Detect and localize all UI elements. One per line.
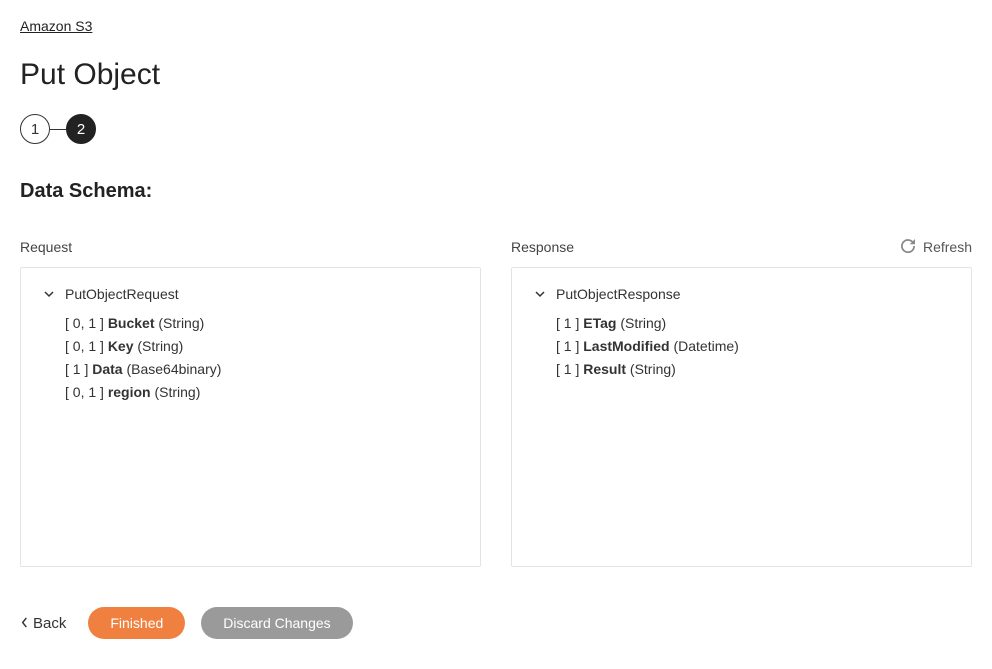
field-name: Result: [583, 361, 626, 377]
refresh-icon: [901, 239, 915, 256]
tree-item: [ 1 ] Data (Base64binary): [65, 358, 458, 381]
cardinality: [ 0, 1 ]: [65, 315, 108, 331]
tree-item: [ 1 ] Result (String): [556, 358, 949, 381]
field-name: Key: [108, 338, 134, 354]
page-title: Put Object: [20, 58, 972, 92]
cardinality: [ 1 ]: [65, 361, 92, 377]
chevron-down-icon[interactable]: [43, 289, 55, 299]
field-name: Bucket: [108, 315, 155, 331]
field-name: Data: [92, 361, 122, 377]
response-card: PutObjectResponse [ 1 ] ETag (String) [ …: [511, 267, 972, 567]
breadcrumb-link[interactable]: Amazon S3: [20, 18, 92, 34]
field-type: (String): [155, 315, 205, 331]
refresh-label: Refresh: [923, 239, 972, 255]
finished-button[interactable]: Finished: [88, 607, 185, 639]
field-name: ETag: [583, 315, 616, 331]
tree-item: [ 0, 1 ] region (String): [65, 381, 458, 404]
discard-button[interactable]: Discard Changes: [201, 607, 352, 639]
cardinality: [ 1 ]: [556, 361, 583, 377]
refresh-button[interactable]: Refresh: [901, 239, 972, 256]
tree-item: [ 1 ] LastModified (Datetime): [556, 335, 949, 358]
response-header: Response: [511, 239, 574, 255]
field-type: (String): [626, 361, 676, 377]
step-1[interactable]: 1: [20, 114, 50, 144]
stepper: 1 2: [20, 114, 972, 144]
field-name: region: [108, 384, 151, 400]
step-2[interactable]: 2: [66, 114, 96, 144]
field-type: (Base64binary): [123, 361, 222, 377]
request-column: Request PutObjectRequest [ 0, 1 ] Bucket…: [20, 233, 481, 567]
response-root[interactable]: PutObjectResponse: [534, 286, 949, 302]
response-root-label: PutObjectResponse: [556, 286, 681, 302]
footer-actions: Back Finished Discard Changes: [20, 607, 972, 639]
tree-item: [ 1 ] ETag (String): [556, 312, 949, 335]
tree-item: [ 0, 1 ] Bucket (String): [65, 312, 458, 335]
cardinality: [ 1 ]: [556, 315, 583, 331]
response-children: [ 1 ] ETag (String) [ 1 ] LastModified (…: [534, 312, 949, 381]
cardinality: [ 1 ]: [556, 338, 583, 354]
request-card: PutObjectRequest [ 0, 1 ] Bucket (String…: [20, 267, 481, 567]
field-type: (String): [151, 384, 201, 400]
field-name: LastModified: [583, 338, 669, 354]
back-button[interactable]: Back: [20, 615, 72, 632]
tree-item: [ 0, 1 ] Key (String): [65, 335, 458, 358]
request-root[interactable]: PutObjectRequest: [43, 286, 458, 302]
back-label: Back: [33, 615, 66, 632]
step-connector: [50, 129, 66, 130]
response-column: Response Refresh PutObjectResponse [ 1 ]…: [511, 233, 972, 567]
section-title: Data Schema:: [20, 180, 972, 203]
request-root-label: PutObjectRequest: [65, 286, 179, 302]
chevron-left-icon: [20, 615, 29, 632]
schema-row: Request PutObjectRequest [ 0, 1 ] Bucket…: [20, 233, 972, 567]
chevron-down-icon[interactable]: [534, 289, 546, 299]
field-type: (String): [616, 315, 666, 331]
cardinality: [ 0, 1 ]: [65, 338, 108, 354]
field-type: (Datetime): [670, 338, 739, 354]
request-children: [ 0, 1 ] Bucket (String) [ 0, 1 ] Key (S…: [43, 312, 458, 404]
cardinality: [ 0, 1 ]: [65, 384, 108, 400]
request-header: Request: [20, 239, 72, 255]
field-type: (String): [134, 338, 184, 354]
